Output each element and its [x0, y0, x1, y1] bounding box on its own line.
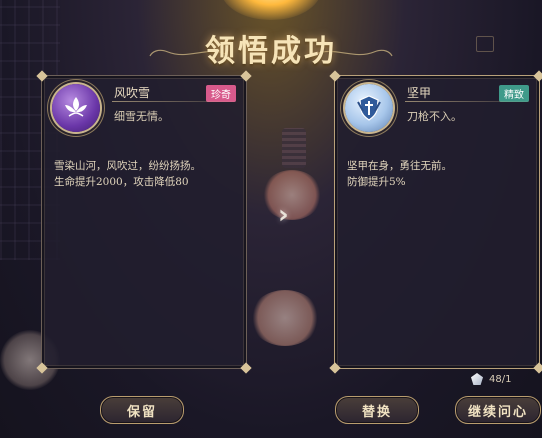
description-line: 雪染山河，风吹过，纷纷扬扬。 [54, 160, 201, 172]
skill-card-new: 坚甲 精致 刀枪不入。 坚甲在身，勇往无前。 防御提升5% [329, 70, 542, 374]
keep-button[interactable]: 保留 [100, 396, 184, 424]
continue-button[interactable]: 继续问心 [455, 396, 541, 424]
corner-ornament [329, 362, 341, 374]
lantern-decoration [282, 128, 306, 168]
shield-swords-icon [345, 84, 393, 132]
flower-decoration [262, 170, 322, 220]
skill-tagline: 细雪无情。 [114, 110, 169, 123]
flower-decoration [250, 290, 320, 346]
attempt-counter: 48/1 [471, 373, 511, 385]
skill-card-current: 风吹雪 珍奇 细雪无情。 雪染山河，风吹过，纷纷扬扬。 生命提升2000，攻击降… [36, 70, 252, 374]
skill-name: 坚甲 [407, 86, 432, 100]
replace-button[interactable]: 替换 [335, 396, 419, 424]
skill-description: 雪染山河，风吹过，纷纷扬扬。 生命提升2000，攻击降低80 [54, 158, 240, 190]
rarity-badge: 精致 [499, 85, 529, 102]
corner-ornament [533, 362, 542, 374]
skill-name: 风吹雪 [114, 86, 151, 100]
divider [112, 101, 236, 102]
description-line: 坚甲在身，勇往无前。 [347, 160, 452, 172]
divider [405, 101, 529, 102]
chevron-right-icon: › [278, 200, 289, 230]
corner-ornament [36, 362, 48, 374]
gem-icon [471, 373, 483, 385]
skill-description: 坚甲在身，勇往无前。 防御提升5% [347, 158, 533, 190]
menu-icon[interactable] [476, 36, 494, 52]
corner-ornament [533, 70, 542, 82]
glow-light [221, 0, 321, 20]
corner-ornament [240, 70, 252, 82]
rarity-badge: 珍奇 [206, 85, 236, 102]
page-title: 领悟成功 [205, 34, 337, 69]
lotus-icon [52, 84, 100, 132]
corner-ornament [329, 70, 341, 82]
corner-ornament [36, 70, 48, 82]
skill-tagline: 刀枪不入。 [407, 110, 462, 123]
corner-ornament [240, 362, 252, 374]
counter-value: 48/1 [489, 373, 512, 385]
description-line: 生命提升2000，攻击降低80 [54, 176, 189, 188]
description-line: 防御提升5% [347, 176, 406, 188]
